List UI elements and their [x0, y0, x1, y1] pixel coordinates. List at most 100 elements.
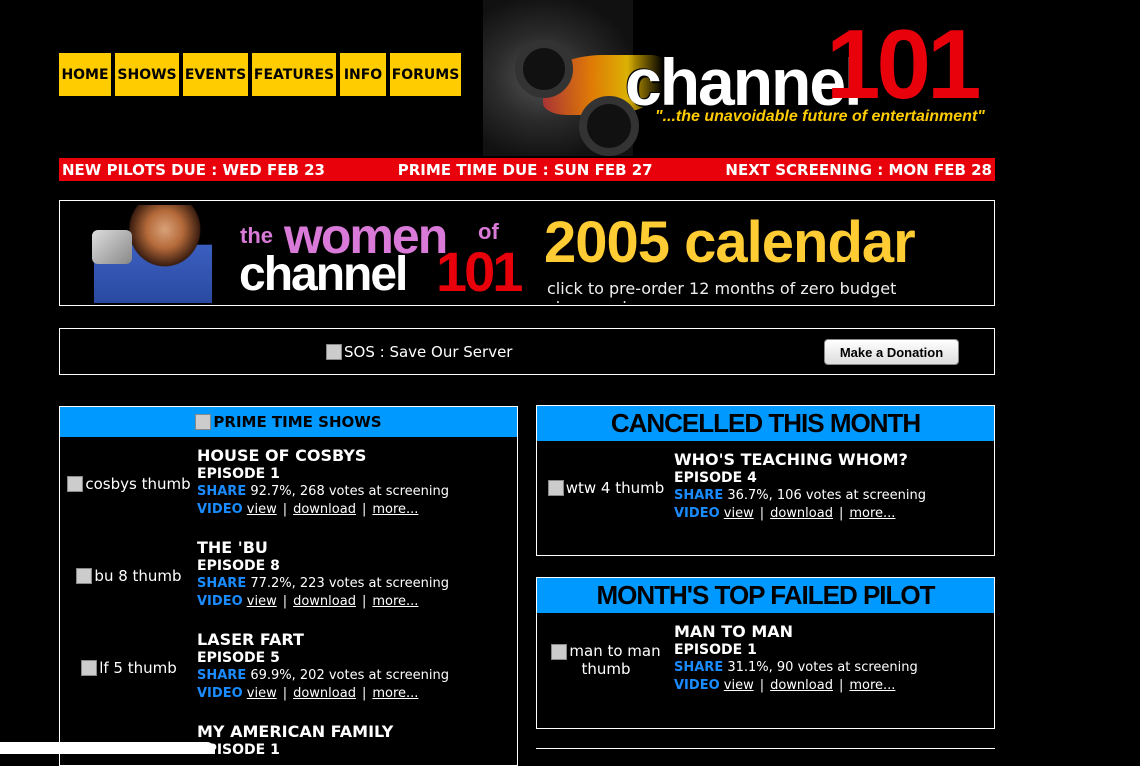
show-episode: EPISODE 8: [197, 558, 280, 574]
broken-image-icon: [195, 414, 212, 430]
download-link[interactable]: download: [293, 594, 356, 609]
raygun-graphic: [92, 230, 132, 264]
donate-button[interactable]: Make a Donation: [824, 339, 959, 365]
prime-time-heading: PRIME TIME SHOWS: [213, 413, 382, 431]
share-stats: 69.9%, 202 votes at screening: [250, 668, 450, 683]
share-label: SHARE: [197, 484, 247, 499]
show-entry: lf 5 thumb LASER FART EPISODE 5 SHARE 69…: [64, 631, 449, 705]
video-label: VIDEO: [674, 678, 720, 693]
view-link[interactable]: view: [247, 686, 277, 701]
share-label: SHARE: [674, 660, 724, 675]
show-title[interactable]: LASER FART: [197, 631, 449, 649]
logo-tagline: "...the unavoidable future of entertainm…: [655, 108, 985, 125]
show-episode: EPISODE 5: [197, 650, 280, 666]
sos-link[interactable]: SOS : Save Our Server: [326, 343, 512, 361]
show-title[interactable]: MY AMERICAN FAMILY: [197, 723, 393, 741]
video-label: VIDEO: [197, 502, 243, 517]
more-link[interactable]: more...: [849, 678, 895, 693]
main-nav: HOME SHOWS EVENTS FEATURES INFO FORUMS: [59, 53, 461, 96]
show-info: LASER FART EPISODE 5 SHARE 69.9%, 202 vo…: [197, 630, 450, 702]
show-title[interactable]: HOUSE OF COSBYS: [197, 447, 449, 465]
view-link[interactable]: view: [247, 594, 277, 609]
nav-home[interactable]: HOME: [59, 53, 111, 96]
broken-image-icon: [81, 660, 98, 676]
view-link[interactable]: view: [247, 502, 277, 517]
show-episode: EPISODE 1: [197, 466, 280, 482]
share-stats: 77.2%, 223 votes at screening: [250, 576, 450, 591]
show-title[interactable]: WHO'S TEACHING WHOM?: [674, 451, 926, 469]
share-stats: 31.1%, 90 votes at screening: [727, 660, 918, 675]
show-thumb[interactable]: lf 5 thumb: [64, 631, 194, 705]
banner-subtitle: click to pre-order 12 months of zero bud…: [547, 279, 897, 303]
more-link[interactable]: more...: [372, 594, 418, 609]
share-label: SHARE: [197, 668, 247, 683]
broken-image-icon: [547, 480, 564, 496]
show-episode: EPISODE 1: [674, 642, 757, 658]
show-entry: cosbys thumb HOUSE OF COSBYS EPISODE 1 S…: [64, 447, 449, 521]
calendar-banner-image[interactable]: the women of channel 101 2005 calendar c…: [84, 205, 972, 303]
calendar-banner[interactable]: the women of channel 101 2005 calendar c…: [59, 200, 995, 306]
show-entry: man to man thumb MAN TO MAN EPISODE 1 SH…: [541, 623, 918, 697]
download-link[interactable]: download: [293, 686, 356, 701]
cancelled-header: CANCELLED THIS MONTH: [537, 406, 994, 441]
banner-calendar: 2005 calendar: [544, 210, 916, 275]
nav-features[interactable]: FEATURES: [252, 53, 336, 96]
download-link[interactable]: download: [293, 502, 356, 517]
show-title[interactable]: MAN TO MAN: [674, 623, 918, 641]
prime-time-header: PRIME TIME SHOWS: [60, 407, 517, 437]
browser-status-bar: [0, 742, 215, 754]
show-info: THE 'BU EPISODE 8 SHARE 77.2%, 223 votes…: [197, 538, 450, 610]
show-info: MY AMERICAN FAMILY EPISODE 1: [197, 723, 393, 763]
ticker-pilots: NEW PILOTS DUE : WED FEB 23: [62, 160, 325, 179]
share-stats: 36.7%, 106 votes at screening: [727, 488, 927, 503]
broken-image-icon: [326, 344, 342, 360]
nav-events[interactable]: EVENTS: [183, 53, 248, 96]
show-thumb[interactable]: man to man thumb: [541, 623, 671, 697]
show-episode: EPISODE 4: [674, 470, 757, 486]
failed-pilot-panel: MONTH'S TOP FAILED PILOT man to man thum…: [536, 577, 995, 729]
show-entry: bu 8 thumb THE 'BU EPISODE 8 SHARE 77.2%…: [64, 539, 449, 613]
sos-text: SOS : Save Our Server: [344, 343, 513, 361]
failed-pilot-heading: MONTH'S TOP FAILED PILOT: [596, 580, 935, 610]
nav-forums[interactable]: FORUMS: [390, 53, 461, 96]
share-label: SHARE: [197, 576, 247, 591]
more-link[interactable]: more...: [372, 502, 418, 517]
download-link[interactable]: download: [770, 678, 833, 693]
show-episode: EPISODE 1: [197, 742, 280, 758]
wheel-graphic: [515, 40, 573, 98]
broken-image-icon: [67, 476, 84, 492]
failed-pilot-header: MONTH'S TOP FAILED PILOT: [537, 578, 994, 613]
show-thumb[interactable]: bu 8 thumb: [64, 539, 194, 613]
share-label: SHARE: [674, 488, 724, 503]
show-info: WHO'S TEACHING WHOM? EPISODE 4 SHARE 36.…: [674, 450, 927, 522]
sos-bar: SOS : Save Our Server Make a Donation: [59, 328, 995, 375]
nav-info[interactable]: INFO: [340, 53, 386, 96]
more-link[interactable]: more...: [372, 686, 418, 701]
cancelled-heading: CANCELLED THIS MONTH: [610, 408, 921, 438]
show-title[interactable]: THE 'BU: [197, 539, 449, 557]
prime-time-panel: PRIME TIME SHOWS cosbys thumb HOUSE OF C…: [59, 406, 518, 766]
cancelled-panel: CANCELLED THIS MONTH wtw 4 thumb WHO'S T…: [536, 405, 995, 556]
broken-image-icon: [551, 643, 568, 660]
download-link[interactable]: download: [770, 506, 833, 521]
logo-number: 101: [826, 9, 982, 119]
nav-shows[interactable]: SHOWS: [115, 53, 179, 96]
video-label: VIDEO: [197, 686, 243, 701]
ticker-prime: PRIME TIME DUE : SUN FEB 27: [397, 160, 653, 179]
site-logo[interactable]: channel 101 "...the unavoidable future o…: [483, 0, 993, 156]
ticker-screening: NEXT SCREENING : MON FEB 28: [725, 160, 992, 179]
show-info: HOUSE OF COSBYS EPISODE 1 SHARE 92.7%, 2…: [197, 446, 450, 518]
video-label: VIDEO: [674, 506, 720, 521]
broken-image-icon: [76, 568, 93, 584]
banner-channel: channel: [239, 248, 408, 301]
video-label: VIDEO: [197, 594, 243, 609]
show-thumb[interactable]: wtw 4 thumb: [541, 451, 671, 525]
show-info: MAN TO MAN EPISODE 1 SHARE 31.1%, 90 vot…: [674, 622, 918, 694]
show-thumb[interactable]: cosbys thumb: [64, 447, 194, 521]
view-link[interactable]: view: [724, 678, 754, 693]
more-link[interactable]: more...: [849, 506, 895, 521]
share-stats: 92.7%, 268 votes at screening: [250, 484, 450, 499]
banner-number: 101: [436, 240, 523, 303]
view-link[interactable]: view: [724, 506, 754, 521]
show-entry: wtw 4 thumb WHO'S TEACHING WHOM? EPISODE…: [541, 451, 926, 525]
